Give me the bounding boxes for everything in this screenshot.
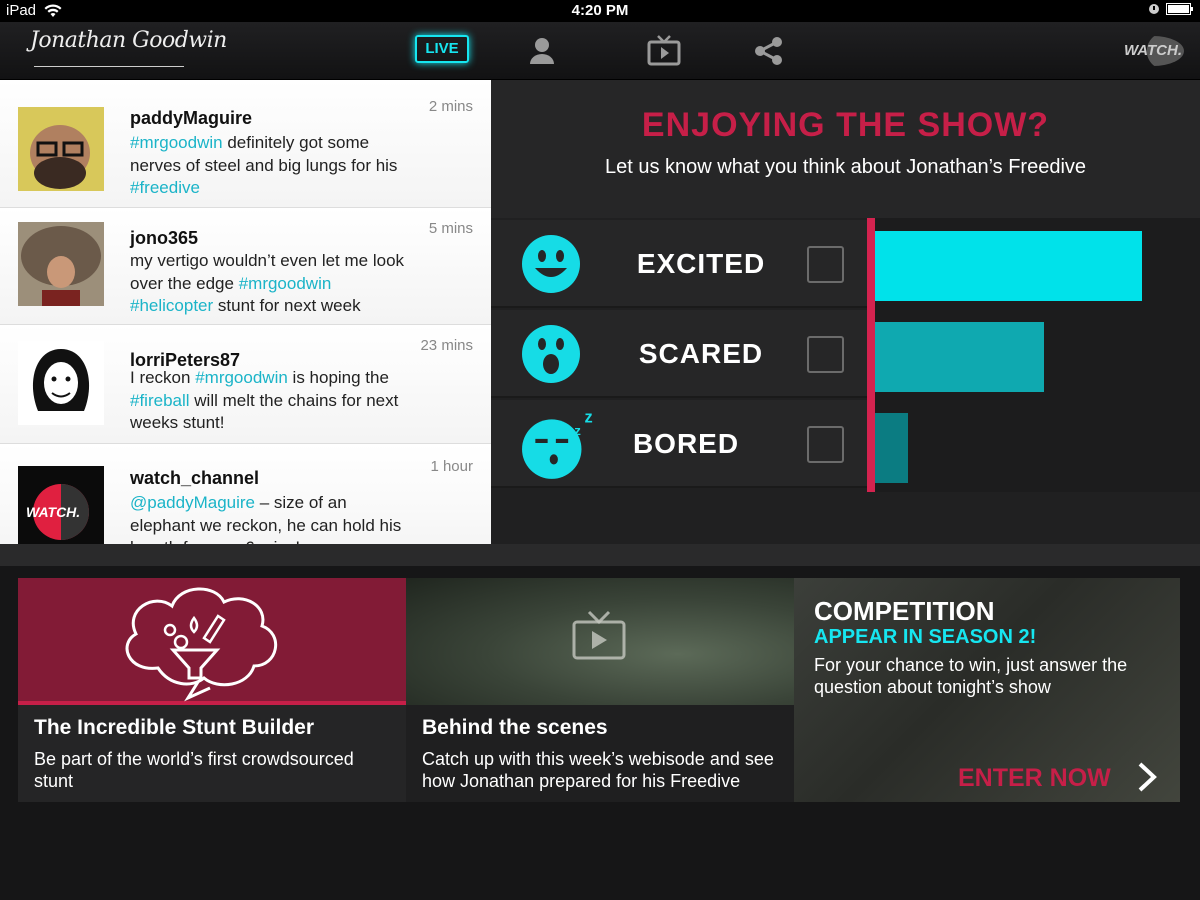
behind-the-scenes-card[interactable]: Behind the scenes Catch up with this wee…: [406, 578, 794, 802]
tweet-text-segment: is hoping the: [287, 368, 389, 387]
live-tab[interactable]: LIVE: [415, 35, 469, 63]
battery-icon: [1166, 3, 1193, 15]
competition-description: For your chance to win, just answer the …: [814, 655, 1128, 697]
user-avatar: [18, 341, 104, 425]
feature-section: The Incredible Stunt Builder Be part of …: [0, 544, 1200, 900]
tweet-text: #mrgoodwin definitely got some nerves of…: [130, 132, 410, 200]
stunt-builder-card[interactable]: The Incredible Stunt Builder Be part of …: [18, 578, 406, 802]
status-bar: iPad 4:20 PM: [0, 0, 1200, 22]
hashtag-link[interactable]: #helicopter: [130, 296, 213, 315]
tweet-feed[interactable]: paddyMaguire 2 mins #mrgoodwin definitel…: [0, 80, 491, 544]
poll-checkbox-scared[interactable]: [807, 336, 844, 373]
poll-option-scared[interactable]: SCARED: [491, 310, 867, 398]
svg-text:z: z: [574, 423, 581, 438]
share-icon[interactable]: [752, 34, 786, 68]
tweet-time: 2 mins: [428, 98, 473, 115]
profile-icon[interactable]: [525, 34, 559, 68]
tweet-item[interactable]: jono365 5 mins my vertigo wouldn’t even …: [0, 208, 491, 325]
poll-checkbox-bored[interactable]: [807, 426, 844, 463]
card-title: Behind the scenes: [422, 716, 608, 739]
behind-the-scenes-image: [406, 578, 794, 705]
tweet-text-segment: stunt for next week: [213, 296, 361, 315]
poll-result-bar-excited: [875, 231, 1142, 301]
card-description: Be part of the world’s first crowdsource…: [34, 749, 354, 791]
hashtag-link[interactable]: #fireball: [130, 391, 190, 410]
clock: 4:20 PM: [571, 2, 629, 19]
poll-option-label: SCARED: [638, 338, 764, 369]
svg-text:WATCH.: WATCH.: [26, 504, 80, 520]
hashtag-link[interactable]: #mrgoodwin: [239, 274, 332, 293]
hashtag-link[interactable]: #freedive: [130, 178, 200, 197]
tweet-text-segment: I reckon: [130, 368, 196, 387]
poll-result-bar-bored: [875, 413, 908, 483]
svg-text:z: z: [585, 408, 593, 426]
tweet-username[interactable]: watch_channel: [130, 468, 259, 489]
hashtag-link[interactable]: @paddyMaguire: [130, 493, 255, 512]
tweet-item[interactable]: paddyMaguire 2 mins #mrgoodwin definitel…: [0, 80, 491, 208]
poll-option-bored[interactable]: zz BORED: [491, 400, 867, 488]
user-avatar: [18, 107, 104, 191]
poll-option-label: EXCITED: [636, 248, 766, 279]
competition-title: COMPETITION: [814, 596, 995, 626]
tweet-text: my vertigo wouldn’t even let me look ove…: [130, 250, 410, 318]
scared-face-icon: [522, 325, 580, 383]
poll-panel: ENJOYING THE SHOW? Let us know what you …: [491, 80, 1200, 544]
tweet-time: 1 hour: [430, 458, 473, 475]
enter-now-button[interactable]: ENTER NOW: [958, 764, 1111, 793]
poll-results-chart: [875, 218, 1200, 492]
tweet-username[interactable]: jono365: [130, 228, 198, 249]
user-avatar: [18, 222, 104, 306]
poll-result-bar-scared: [875, 322, 1044, 392]
tweet-text: @paddyMaguire – size of an elephant we r…: [130, 492, 410, 544]
poll-checkbox-excited[interactable]: [807, 246, 844, 283]
poll-title: ENJOYING THE SHOW?: [641, 106, 1050, 144]
rotation-lock-icon: [1149, 4, 1159, 14]
tweet-item[interactable]: WATCH. watch_channel 1 hour @paddyMaguir…: [0, 444, 491, 544]
tweet-time: 5 mins: [428, 220, 473, 237]
competition-subtitle: APPEAR IN SEASON 2!: [814, 626, 1037, 648]
play-video-icon[interactable]: [406, 578, 794, 705]
poll-header: ENJOYING THE SHOW? Let us know what you …: [491, 80, 1200, 218]
jonathan-goodwin-logo[interactable]: Jonathan Goodwin: [30, 28, 227, 67]
poll-subtitle: Let us know what you think about Jonatha…: [604, 156, 1087, 178]
tweet-item[interactable]: lorriPeters87 23 mins I reckon #mrgoodwi…: [0, 325, 491, 444]
poll-option-label: BORED: [632, 428, 740, 459]
happy-face-icon: [522, 235, 580, 293]
hashtag-link[interactable]: #mrgoodwin: [130, 133, 223, 152]
tweet-text: I reckon #mrgoodwin is hoping the #fireb…: [130, 367, 410, 435]
hashtag-link[interactable]: #mrgoodwin: [195, 368, 288, 387]
watch-channel-logo[interactable]: WATCH.: [1122, 36, 1184, 66]
section-divider: [0, 544, 1200, 566]
poll-chart-axis: [867, 218, 875, 492]
tweet-time: 23 mins: [420, 337, 473, 354]
card-title: The Incredible Stunt Builder: [34, 716, 315, 739]
top-nav: Jonathan Goodwin LIVE WATCH.: [0, 22, 1200, 80]
chevron-right-icon[interactable]: [1134, 760, 1160, 794]
competition-card[interactable]: COMPETITION APPEAR IN SEASON 2! For your…: [794, 578, 1180, 802]
stunt-builder-image: [18, 578, 406, 705]
poll-option-excited[interactable]: EXCITED: [491, 220, 867, 308]
tweet-username[interactable]: paddyMaguire: [130, 108, 252, 129]
idea-cloud-icon: [125, 587, 278, 702]
video-tv-icon[interactable]: [647, 34, 681, 68]
user-avatar: WATCH.: [18, 466, 104, 544]
card-description: Catch up with this week’s webisode and s…: [422, 749, 774, 791]
